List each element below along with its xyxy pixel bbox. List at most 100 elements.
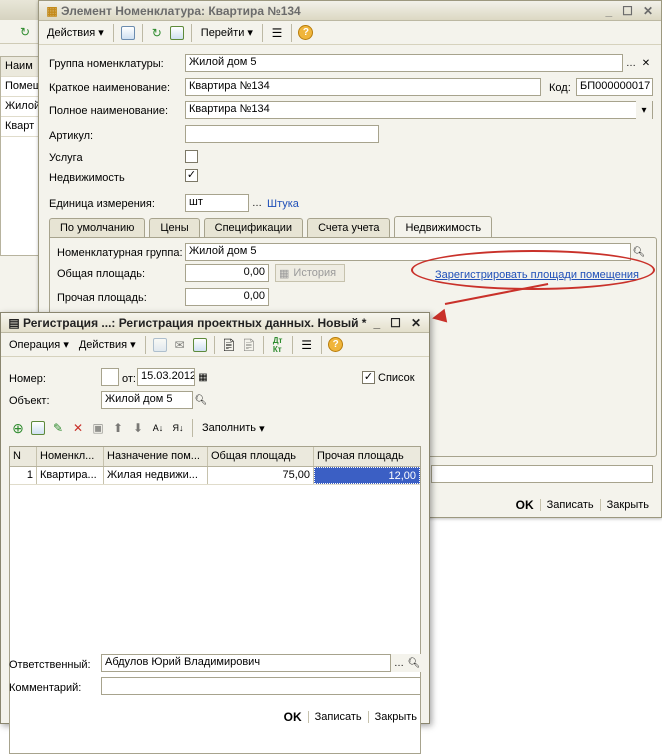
tab-prices[interactable]: Цены [149,218,200,237]
unit-label: Единица измерения: [49,198,155,210]
total-area-label: Общая площадь: [57,268,146,280]
short-name-input[interactable]: Квартира №134 [185,78,541,96]
total-area-input[interactable]: 0,00 [185,264,269,282]
save-close-icon[interactable] [119,24,137,42]
minimize-icon[interactable]: _ [373,316,380,330]
number-input[interactable] [101,368,119,386]
save-button[interactable]: Записать [307,711,368,723]
fill-menu[interactable]: Заполнить ▾ [198,418,269,438]
row-total-area[interactable]: 75,00 [208,467,314,484]
date-input[interactable]: 15.03.2012 [137,368,195,386]
unit-link[interactable]: Штука [267,198,299,210]
ok-button[interactable]: OK [510,498,540,512]
object-input[interactable]: Жилой дом 5 [101,391,193,409]
actions-menu[interactable]: Действия ▾ [75,335,140,355]
responsible-input[interactable]: Абдулов Юрий Владимирович [101,654,391,672]
goto-menu[interactable]: Перейти ▾ [197,23,257,43]
debit-credit-icon[interactable]: Дт Кт [269,336,287,354]
delete-icon[interactable]: ✕ [69,419,87,437]
areas-table: N Номенкл... Назначение пом... Общая пло… [9,446,421,754]
list-icon[interactable]: ☰ [298,336,316,354]
tab-realty[interactable]: Недвижимость [394,216,493,237]
row-purpose[interactable]: Жилая недвижи... [104,467,208,484]
full-name-input[interactable]: Квартира №134 [185,101,653,119]
group-input[interactable]: Жилой дом 5 [185,54,623,72]
other-area-input[interactable]: 0,00 [185,288,269,306]
calendar-icon[interactable]: ▦ [195,368,211,386]
nomenclature-tabs: По умолчанию Цены Спецификации Счета уче… [49,216,493,238]
realty-checkbox[interactable]: ✓ [185,169,198,182]
mail-icon[interactable]: ✉ [171,336,189,354]
nomenclature-toolbar: Действия ▾ ↻ Перейти ▾ ☰ ? [39,21,661,45]
bottom-input[interactable] [431,465,653,483]
search-icon[interactable]: 🔍︎ [406,654,422,672]
column-header[interactable]: Назначение пом... [104,447,208,466]
background-row[interactable]: Кварт [1,117,43,137]
maximize-icon[interactable]: ☐ [390,316,401,330]
edit-icon[interactable]: ✎ [49,419,67,437]
sort-desc-icon[interactable]: Я↓ [169,419,187,437]
tab-accounts[interactable]: Счета учета [307,218,391,237]
comment-input[interactable] [101,677,421,695]
background-grid-header: Наим [1,57,43,77]
move-up-icon[interactable]: ⬆ [109,419,127,437]
history-button[interactable]: ▦ История [275,264,345,282]
annotation-ellipse [411,250,655,290]
refresh-icon[interactable]: ↻ [148,24,166,42]
row-item[interactable]: Квартира... [37,467,104,484]
object-label: Объект: [9,395,50,407]
help-icon[interactable]: ? [297,24,315,42]
ok-button[interactable]: OK [278,710,308,724]
refresh-icon[interactable]: ↻ [16,23,34,41]
unit-select-button[interactable]: … [249,194,265,212]
full-name-label: Полное наименование: [49,105,169,117]
save-button[interactable]: Записать [539,499,600,511]
number-label: Номер: [9,373,46,385]
maximize-icon[interactable]: ☐ [622,4,633,18]
history-button-label: История [293,267,337,279]
unit-input[interactable]: шт [185,194,249,212]
move-down-icon[interactable]: ⬇ [129,419,147,437]
add-icon[interactable]: ⊕ [9,419,27,437]
table-row[interactable]: 1 Квартира... Жилая недвижи... 75,00 12,… [10,467,420,485]
article-input[interactable] [185,125,379,143]
list-checkbox[interactable]: ✓ [362,371,375,384]
tab-default[interactable]: По умолчанию [49,218,146,237]
chevron-down-icon[interactable]: ▾ [636,101,652,119]
column-header[interactable]: Номенкл... [37,447,104,466]
search-icon[interactable]: 🔍︎ [193,391,209,409]
end-edit-icon[interactable]: ▣ [89,419,107,437]
help-icon[interactable]: ? [327,336,345,354]
close-button[interactable]: Закрыть [599,499,655,511]
sort-asc-icon[interactable]: A↓ [149,419,167,437]
save-close-icon[interactable] [151,336,169,354]
minimize-icon[interactable]: _ [605,4,612,18]
operation-menu[interactable]: Операция ▾ [5,335,73,355]
group-select-button[interactable]: … [623,54,639,72]
close-button[interactable]: Закрыть [367,711,423,723]
code-input[interactable]: БП000000017 [576,78,653,96]
background-row[interactable]: Жилой [1,97,43,117]
code-label: Код: [549,82,571,94]
column-header[interactable]: Прочая площадь [314,447,420,466]
copy-row-icon[interactable] [29,419,47,437]
row-other-area[interactable]: 12,00 [314,467,420,484]
unpost-document-icon[interactable]: 📄︎ [240,336,258,354]
group-clear-button[interactable]: ✕ [638,54,654,72]
table-toolbar: ⊕ ✎ ✕ ▣ ⬆ ⬇ A↓ Я↓ Заполнить ▾ [9,417,269,439]
post-document-icon[interactable]: 📄︎ [220,336,238,354]
column-header[interactable]: N [10,447,37,466]
registration-footer: OK Записать Закрыть [278,710,423,724]
close-icon[interactable]: ✕ [411,316,421,330]
copy-icon[interactable] [191,336,209,354]
background-row[interactable]: Помещ [1,77,43,97]
date-from-label: от: [122,373,136,385]
column-header[interactable]: Общая площадь [208,447,314,466]
close-icon[interactable]: ✕ [643,4,653,18]
copy-icon[interactable] [168,24,186,42]
list-icon[interactable]: ☰ [268,24,286,42]
service-checkbox[interactable] [185,150,198,163]
responsible-select-button[interactable]: … [391,654,407,672]
tab-specifications[interactable]: Спецификации [203,218,304,237]
actions-menu[interactable]: Действия ▾ [43,23,108,43]
